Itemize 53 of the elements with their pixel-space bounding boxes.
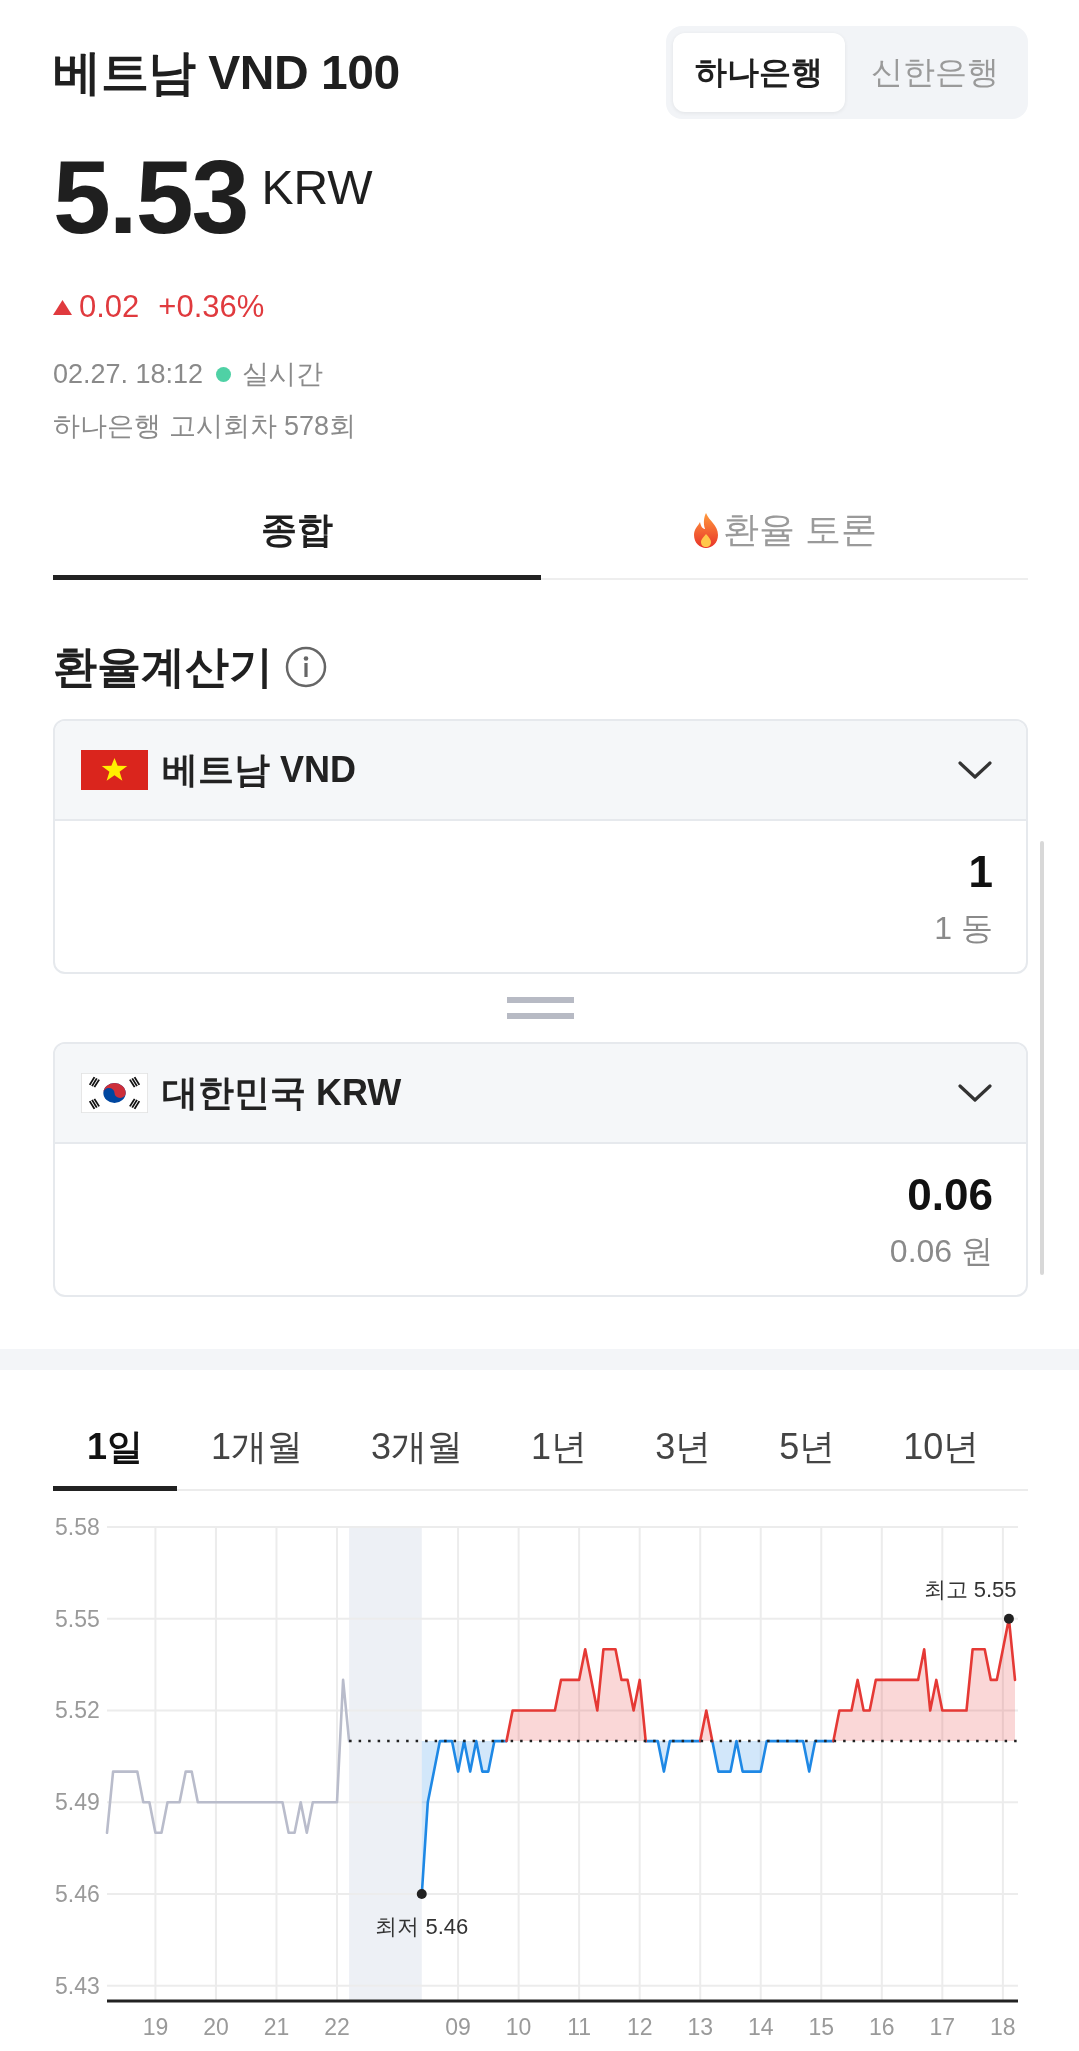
live-label: 실시간 (242, 358, 324, 391)
exchange-rate-value: 5.53 (53, 145, 248, 249)
y-axis-label: 5.52 (55, 1697, 100, 1724)
chart-annotation: 최고 5.55 (923, 1576, 1017, 1602)
chevron-down-icon (958, 760, 992, 780)
x-axis-label: 21 (263, 2014, 290, 2040)
x-axis-label: 12 (626, 2014, 653, 2040)
flag-icon (81, 1073, 148, 1113)
update-time: 02.27. 18:12 (53, 358, 204, 391)
equals-icon (507, 997, 574, 1019)
amount-input[interactable]: 0.06 (88, 1169, 993, 1221)
x-axis-label: 14 (747, 2014, 774, 2040)
currency-select[interactable]: 베트남 VND (55, 721, 1026, 821)
x-axis-label: 09 (445, 2014, 471, 2040)
x-axis-label: 19 (142, 2014, 169, 2040)
y-axis-label: 5.49 (55, 1789, 100, 1816)
currency-select[interactable]: 대한민국 KRW (55, 1044, 1026, 1144)
bank-tab[interactable]: 하나은행 (673, 33, 845, 112)
y-axis-label: 5.55 (55, 1605, 100, 1632)
y-axis-label: 5.58 (55, 1514, 100, 1540)
amount-caption: 0.06 원 (888, 1232, 993, 1271)
period-tab[interactable]: 1일 (53, 1403, 178, 1491)
x-axis-label: 22 (324, 2014, 350, 2040)
x-axis-label: 16 (869, 2014, 895, 2040)
period-tab[interactable]: 1개월 (177, 1403, 338, 1491)
x-axis-label: 18 (990, 2014, 1016, 2040)
period-tab[interactable]: 3개월 (337, 1403, 498, 1491)
y-axis-label: 5.43 (55, 1972, 100, 1999)
period-tab[interactable]: 5년 (745, 1403, 870, 1491)
currency-title: 베트남 VND 100 (53, 44, 400, 101)
currency-unit: KRW (261, 164, 373, 212)
chart-annotation: 최저 5.46 (375, 1913, 469, 1939)
flag-icon (81, 750, 148, 790)
change-amount: 0.02 (79, 289, 140, 325)
x-axis-label: 11 (567, 2014, 592, 2040)
y-axis-label: 5.46 (55, 1880, 100, 1907)
x-axis-label: 15 (808, 2014, 835, 2040)
amount-input[interactable]: 1 (88, 846, 993, 898)
section-tab[interactable]: 종합 (53, 480, 541, 580)
info-icon[interactable] (285, 646, 327, 688)
x-axis-label: 13 (687, 2014, 713, 2040)
change-percent: +0.36% (158, 289, 265, 325)
period-tab[interactable]: 3년 (621, 1403, 746, 1491)
calculator-title: 환율계산기 (53, 641, 273, 693)
x-axis-label: 17 (929, 2014, 956, 2040)
x-axis-label: 10 (505, 2014, 532, 2040)
amount-caption: 1 동 (933, 909, 993, 948)
period-tab[interactable]: 10년 (869, 1403, 1014, 1491)
period-tab[interactable]: 1년 (497, 1403, 622, 1491)
chevron-down-icon (958, 1083, 992, 1103)
notice-round: 하나은행 고시회차 578회 (53, 410, 358, 443)
point-marker-icon (416, 1888, 427, 1899)
x-axis-label: 20 (203, 2014, 229, 2040)
